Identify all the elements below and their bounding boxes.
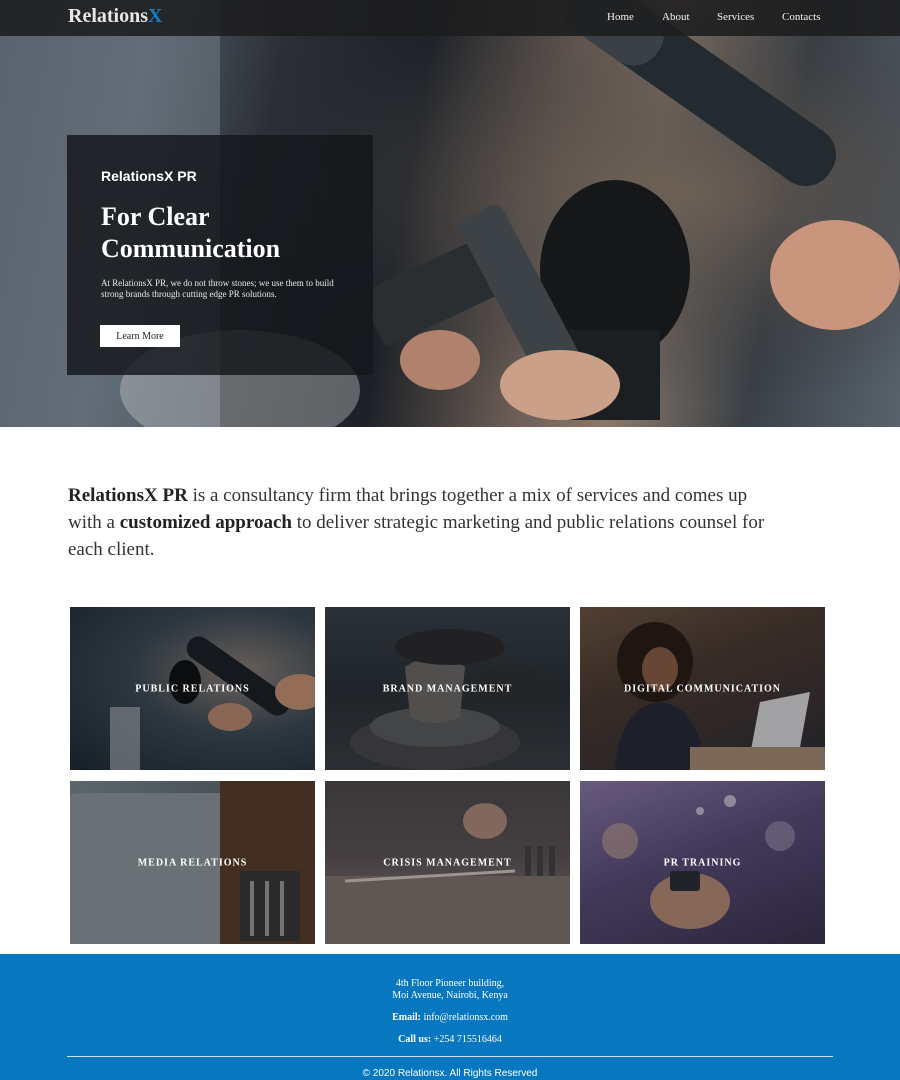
- copyright-text: © 2020 Relationsx. All Rights Reserved: [362, 1068, 538, 1079]
- logo-accent: X: [148, 5, 163, 27]
- logo-text: Relations: [68, 5, 148, 27]
- tile-label: BRAND MANAGEMENT: [382, 683, 513, 694]
- learn-more-button[interactable]: Learn More: [100, 325, 180, 347]
- intro-paragraph: RelationsX PR is a consultancy firm that…: [68, 482, 768, 563]
- site-logo[interactable]: RelationsX: [68, 5, 162, 28]
- nav-link-contacts[interactable]: Contacts: [782, 11, 821, 23]
- tile-label: PR TRAINING: [663, 857, 742, 868]
- hero-description: At RelationsX PR, we do not throw stones…: [101, 278, 334, 299]
- service-tile-pr-training[interactable]: PR TRAINING: [580, 781, 825, 944]
- tile-label: PUBLIC RELATIONS: [135, 683, 250, 694]
- hero-banner: RelationsX PR For Clear Communication At…: [0, 0, 900, 427]
- email-label: Email:: [392, 1012, 421, 1023]
- hero-title: For Clear Communication: [101, 202, 281, 263]
- email-link[interactable]: info@relationsx.com: [423, 1012, 507, 1023]
- address-line-2: Moi Avenue, Nairobi, Kenya: [392, 990, 508, 1001]
- nav-link-services[interactable]: Services: [717, 11, 754, 23]
- service-tile-media-relations[interactable]: MEDIA RELATIONS: [70, 781, 315, 944]
- phone-label: Call us:: [398, 1034, 432, 1045]
- service-tile-crisis-management[interactable]: CRISIS MANAGEMENT: [325, 781, 570, 944]
- footer-phone: Call us: +254 715516464: [0, 1034, 900, 1045]
- service-tile-brand-management[interactable]: BRAND MANAGEMENT: [325, 607, 570, 770]
- nav-link-home[interactable]: Home: [607, 11, 634, 23]
- footer-email: Email: info@relationsx.com: [0, 1012, 900, 1023]
- tile-label: CRISIS MANAGEMENT: [383, 857, 512, 868]
- service-tile-digital-communication[interactable]: DIGITAL COMMUNICATION: [580, 607, 825, 770]
- top-navbar: RelationsX Home About Services Contacts: [0, 0, 900, 36]
- tile-label: MEDIA RELATIONS: [137, 857, 248, 868]
- footer-address: 4th Floor Pioneer building, Moi Avenue, …: [0, 978, 900, 1002]
- site-footer: 4th Floor Pioneer building, Moi Avenue, …: [0, 954, 900, 1080]
- phone-link[interactable]: +254 715516464: [434, 1034, 502, 1045]
- intro-brand: RelationsX PR: [68, 485, 188, 506]
- address-line-1: 4th Floor Pioneer building,: [395, 978, 505, 989]
- footer-divider: [67, 1056, 833, 1057]
- service-tile-public-relations[interactable]: PUBLIC RELATIONS: [70, 607, 315, 770]
- nav-link-about[interactable]: About: [662, 11, 690, 23]
- hero-kicker: RelationsX PR: [101, 168, 197, 184]
- hero-text-card: RelationsX PR For Clear Communication At…: [67, 135, 373, 375]
- intro-emphasis: customized approach: [119, 512, 292, 533]
- tile-label: DIGITAL COMMUNICATION: [623, 683, 782, 694]
